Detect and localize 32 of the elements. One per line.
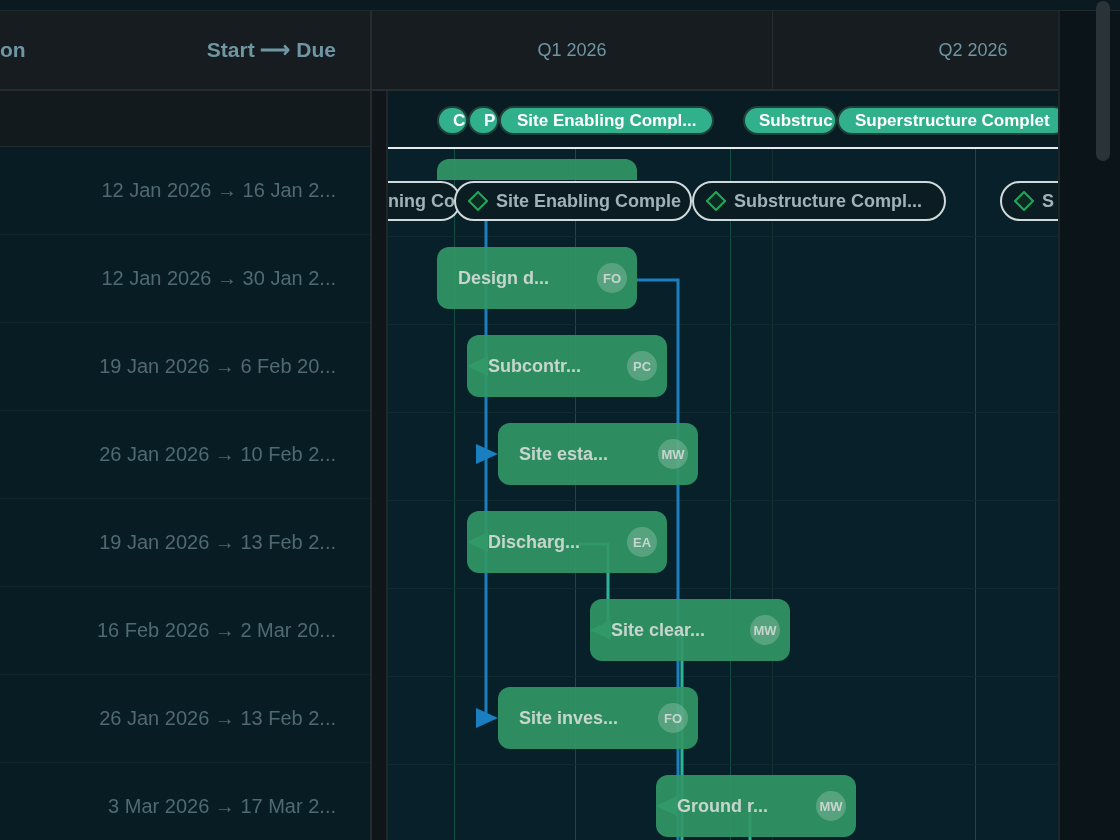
assignee-avatar: MW — [658, 439, 688, 469]
milestone-chip[interactable]: Substruc — [743, 106, 837, 135]
date-range: 16 Feb 2026 → 2 Mar 20... — [96, 619, 336, 642]
date-range: 12 Jan 2026 → 16 Jan 2... — [101, 179, 336, 202]
task-bar[interactable]: Design d... FO — [437, 247, 637, 309]
milestone-chip[interactable]: Superstructure Complet — [837, 106, 1058, 135]
task-bar[interactable]: Site inves... FO — [498, 687, 698, 749]
date-range: 26 Jan 2026 → 13 Feb 2... — [99, 707, 336, 730]
milestone-chip[interactable]: Site Enabling Compl... — [499, 106, 715, 135]
assignee-avatar: MW — [750, 615, 780, 645]
date-range: 3 Mar 2026 → 17 Mar 2... — [108, 795, 336, 818]
assignee-avatar: FO — [658, 703, 688, 733]
date-range: 19 Jan 2026 → 13 Feb 2... — [99, 531, 336, 554]
milestone-marker[interactable]: S — [1000, 181, 1058, 221]
assignee-avatar: EA — [627, 527, 657, 557]
assignee-avatar: FO — [597, 263, 627, 293]
task-bar[interactable]: Subcontr... PC — [467, 335, 667, 397]
column-header[interactable]: on — [0, 38, 26, 62]
assignee-avatar: PC — [627, 351, 657, 381]
milestone-marker[interactable]: Site Enabling Comple — [454, 181, 692, 221]
task-bar[interactable]: Site clear... MW — [590, 599, 790, 661]
assignee-avatar: MW — [816, 791, 846, 821]
task-bar[interactable]: Site esta... MW — [498, 423, 698, 485]
milestone-marker[interactable]: Substructure Compl... — [692, 181, 946, 221]
column-header[interactable]: Start ⟶ Due — [206, 38, 336, 62]
date-range: 26 Jan 2026 → 10 Feb 2... — [99, 443, 336, 466]
date-range: 12 Jan 2026 → 30 Jan 2... — [101, 267, 336, 290]
task-bar[interactable]: Discharg... EA — [467, 511, 667, 573]
date-range: 19 Jan 2026 → 6 Feb 20... — [99, 355, 336, 378]
quarter-label: Q2 2026 — [938, 39, 1008, 61]
quarter-label: Q1 2026 — [537, 39, 607, 61]
task-bar[interactable]: Ground r... MW — [656, 775, 856, 837]
